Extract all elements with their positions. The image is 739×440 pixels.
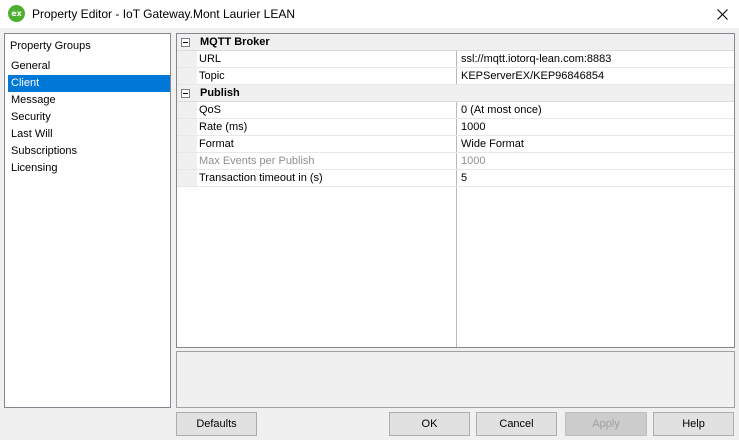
group-item-last-will[interactable]: Last Will [8, 126, 170, 143]
property-row-qos[interactable]: QoS 0 (At most once) [177, 102, 734, 119]
property-name: Topic [199, 70, 225, 82]
property-row-format[interactable]: Format Wide Format [177, 136, 734, 153]
group-item-client[interactable]: Client [8, 75, 170, 92]
group-item-subscriptions[interactable]: Subscriptions [8, 143, 170, 160]
property-value[interactable]: 1000 [461, 121, 485, 133]
category-publish[interactable]: Publish [177, 85, 734, 102]
group-item-security[interactable]: Security [8, 109, 170, 126]
property-name: Rate (ms) [199, 121, 248, 133]
property-name: Format [199, 138, 234, 150]
property-row-topic[interactable]: Topic KEPServerEX/KEP96846854 [177, 68, 734, 85]
window-title: Property Editor - IoT Gateway.Mont Lauri… [32, 7, 295, 21]
property-value[interactable]: 0 (At most once) [461, 104, 542, 116]
apply-button[interactable]: Apply [565, 412, 647, 436]
property-value[interactable]: 5 [461, 172, 467, 184]
property-name: URL [199, 53, 222, 65]
group-item-message[interactable]: Message [8, 92, 170, 109]
property-value: 1000 [461, 155, 486, 167]
app-logo-icon: ex [8, 5, 25, 22]
collapse-icon[interactable] [181, 37, 190, 47]
property-grid: MQTT Broker URL ssl://mqtt.iotorq-lean.c… [176, 33, 735, 348]
description-panel [176, 351, 735, 408]
close-icon [716, 8, 728, 20]
group-item-general[interactable]: General [8, 58, 170, 75]
property-groups-header: Property Groups [10, 40, 91, 52]
property-row-url[interactable]: URL ssl://mqtt.iotorq-lean.com:8883 [177, 51, 734, 68]
property-groups-list: Property Groups General Client Message S… [4, 33, 171, 408]
property-value[interactable]: KEPServerEX/KEP96846854 [461, 70, 604, 82]
collapse-icon[interactable] [181, 88, 190, 98]
category-label: MQTT Broker [200, 36, 270, 48]
cancel-button[interactable]: Cancel [476, 412, 557, 436]
property-row-rate[interactable]: Rate (ms) 1000 [177, 119, 734, 136]
property-name: Max Events per Publish [199, 155, 315, 167]
category-label: Publish [200, 87, 240, 99]
help-button[interactable]: Help [653, 412, 734, 436]
close-button[interactable] [705, 0, 739, 28]
title-bar: ex Property Editor - IoT Gateway.Mont La… [0, 0, 739, 28]
property-row-max-events: Max Events per Publish 1000 [177, 153, 734, 170]
category-mqtt-broker[interactable]: MQTT Broker [177, 34, 734, 51]
ok-button[interactable]: OK [389, 412, 470, 436]
group-item-licensing[interactable]: Licensing [8, 160, 170, 177]
property-value[interactable]: Wide Format [461, 138, 524, 150]
defaults-button[interactable]: Defaults [176, 412, 257, 436]
property-row-transaction-timeout[interactable]: Transaction timeout in (s) 5 [177, 170, 734, 187]
property-value[interactable]: ssl://mqtt.iotorq-lean.com:8883 [461, 53, 611, 65]
property-name: QoS [199, 104, 222, 116]
property-name: Transaction timeout in (s) [199, 172, 323, 184]
